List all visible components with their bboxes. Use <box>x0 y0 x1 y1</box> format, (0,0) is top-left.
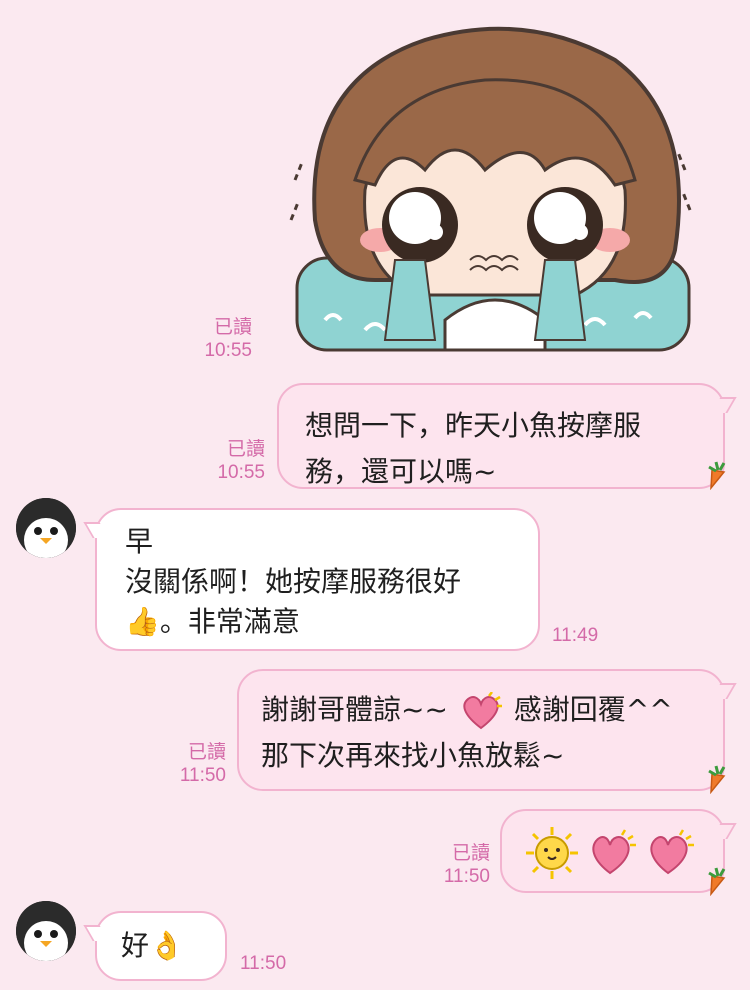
message-bubble-incoming[interactable]: 早 沒關係啊！她按摩服務很好 👍。非常滿意 <box>83 508 540 651</box>
heart-emoji-icon <box>592 829 636 875</box>
message-text: 好 <box>121 929 150 962</box>
carrot-icon <box>708 461 726 490</box>
message-time: 11:49 <box>552 625 599 646</box>
heart-sticker-icon <box>463 691 502 730</box>
message-bubble-outgoing[interactable] <box>500 809 737 893</box>
penguin-icon <box>16 498 76 558</box>
message-text: 務，還可以嗎~ <box>305 455 497 488</box>
message-bubble-outgoing[interactable]: 謝謝哥體諒~~ 感謝回覆^^ 那下次再來找小魚放鬆~ <box>237 669 737 791</box>
crying-girl-sticker[interactable] <box>285 20 705 360</box>
heart-emoji-icon <box>650 829 694 875</box>
penguin-avatar[interactable] <box>16 498 76 558</box>
message-text: 👍。非常滿意 <box>125 605 300 638</box>
ok-hand-icon: 👌 <box>149 929 184 962</box>
thumbs-up-icon: 👍 <box>125 605 160 638</box>
read-status: 已讀 11:50 <box>443 843 490 887</box>
message-time: 11:50 <box>240 953 287 974</box>
message-bubble-incoming[interactable]: 好👌 <box>83 911 227 981</box>
message-text: 沒關係啊！她按摩服務很好 <box>125 565 462 598</box>
bubble-tail <box>711 823 737 839</box>
carrot-icon <box>708 867 726 896</box>
read-status: 已讀 11:50 <box>179 742 226 786</box>
penguin-icon <box>16 901 76 961</box>
message-text: 想問一下，昨天小魚按摩服 <box>305 409 642 442</box>
message-text: 早 <box>125 525 154 558</box>
read-status: 已讀 10:55 <box>217 439 265 483</box>
penguin-avatar[interactable] <box>16 901 76 961</box>
bubble-tail <box>711 683 737 699</box>
message-text: 那下次再來找小魚放鬆~ <box>261 739 565 772</box>
bubble-tail <box>83 522 109 538</box>
message-bubble-outgoing[interactable]: 想問一下，昨天小魚按摩服 務，還可以嗎~ <box>277 383 737 489</box>
bubble-tail <box>711 397 737 413</box>
message-text: 謝謝哥體諒~~ 感謝回覆^^ <box>261 687 701 733</box>
carrot-icon <box>708 765 726 794</box>
read-status: 已讀 10:55 <box>204 317 252 361</box>
sun-emoji-icon <box>526 827 578 879</box>
bubble-tail <box>83 925 109 941</box>
